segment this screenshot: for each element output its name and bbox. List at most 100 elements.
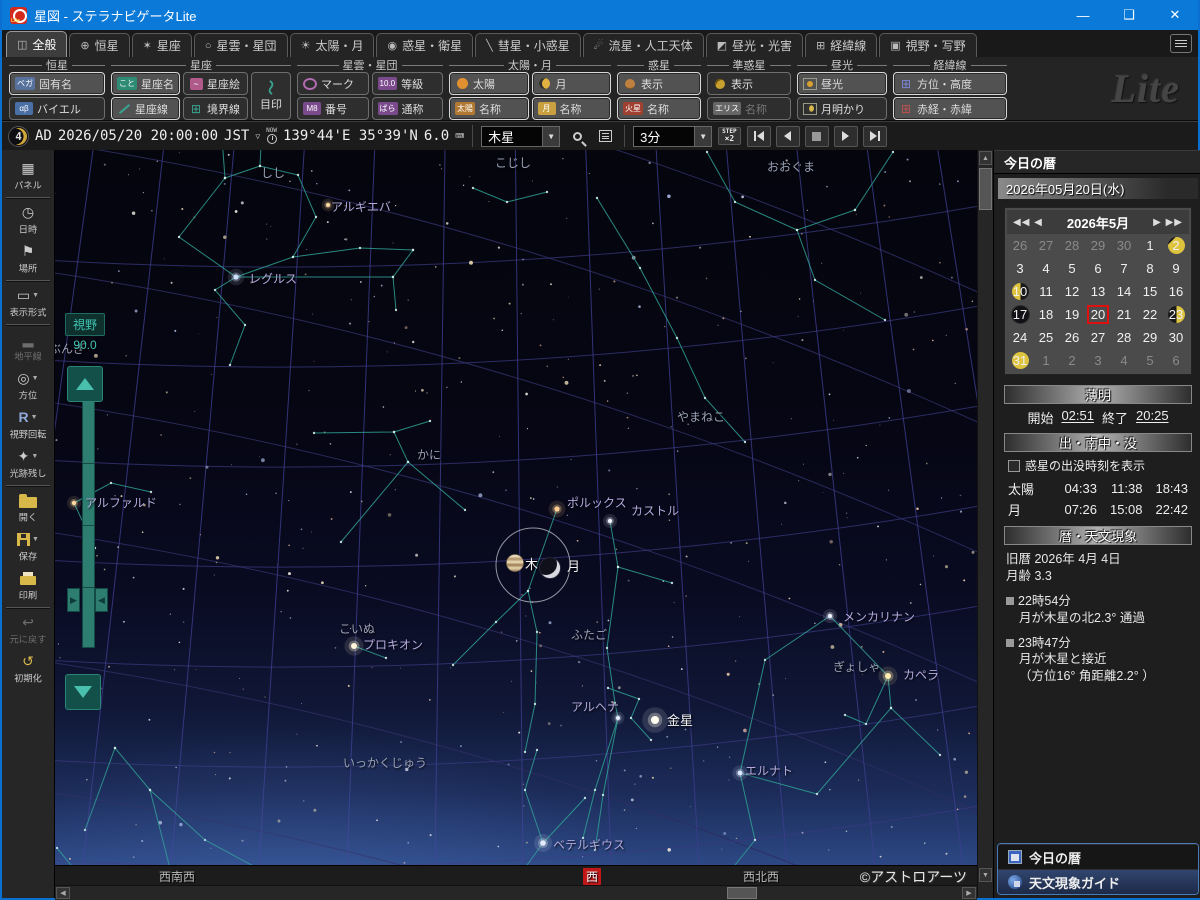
hscroll-left-arrow[interactable]: ◀ (56, 887, 70, 899)
calendar-day-29[interactable]: 29 (1085, 234, 1111, 257)
play-forward-button[interactable] (834, 126, 858, 147)
sidebar-item-元に戻す[interactable]: ↩元に戻す (2, 610, 54, 649)
dropdown-icon[interactable]: ▼ (32, 292, 39, 299)
toolbar-button-番号[interactable]: M8番号 (297, 97, 369, 120)
calendar-day-23[interactable]: 23 (1163, 303, 1189, 326)
calendar-day-29[interactable]: 29 (1137, 326, 1163, 349)
calendar-day-2[interactable]: 2 (1163, 234, 1189, 257)
tab-全般[interactable]: ◫全般 (6, 31, 67, 57)
calendar-day-1[interactable]: 1 (1033, 349, 1059, 372)
calendar-day-30[interactable]: 30 (1111, 234, 1137, 257)
coordinates-value[interactable]: 139°44'E 35°39'N (283, 128, 418, 144)
target-combo-value[interactable]: 木星 (482, 127, 542, 146)
twilight-start-value[interactable]: 02:51 (1061, 408, 1094, 427)
tab-惑星・衛星[interactable]: ◉惑星・衛星 (376, 33, 473, 57)
pane-button-天文現象ガイド[interactable]: 天文現象ガイド (998, 869, 1198, 894)
calendar-day-20[interactable]: 20 (1085, 303, 1111, 326)
search-button[interactable] (566, 126, 588, 147)
step-combo[interactable]: 3分 ▼ (633, 126, 712, 147)
vscroll-down-arrow[interactable]: ▼ (979, 868, 992, 882)
calendar-day-21[interactable]: 21 (1111, 303, 1137, 326)
calendar-day-22[interactable]: 22 (1137, 303, 1163, 326)
calendar-day-5[interactable]: 5 (1059, 257, 1085, 280)
toolbar-button-太陽[interactable]: 太陽 (449, 72, 529, 95)
fov-zoom-out-button[interactable] (65, 674, 101, 710)
sidebar-item-保存[interactable]: ▼保存 (2, 527, 54, 566)
calendar-prev-buttons[interactable]: ◀◀ ◀ (1013, 217, 1043, 228)
toolbar-button-バイエル[interactable]: αβバイエル (9, 97, 105, 120)
object-list-button[interactable] (594, 126, 616, 147)
tab-経緯線[interactable]: ⊞経緯線 (805, 33, 877, 57)
calendar-day-5[interactable]: 5 (1137, 349, 1163, 372)
toolbar-button-表示[interactable]: 表示 (707, 72, 791, 95)
sidebar-item-開く[interactable]: 開く (2, 488, 54, 527)
datetime-value[interactable]: 2026/05/20 20:00:00 (58, 128, 218, 144)
calendar-day-2[interactable]: 2 (1059, 349, 1085, 372)
calendar-day-28[interactable]: 28 (1111, 326, 1137, 349)
toolbar-button-月明かり[interactable]: 月明かり (797, 97, 887, 120)
calendar-day-6[interactable]: 6 (1163, 349, 1189, 372)
fov-handle-right-icon[interactable]: ◀ (95, 588, 108, 612)
toolbar-button-名称[interactable]: 火星名称 (617, 97, 701, 120)
toolbar-button-名称[interactable]: エリス名称 (707, 97, 791, 120)
sidebar-item-日時[interactable]: ◷日時 (2, 200, 54, 239)
toolbar-button-通称[interactable]: ばら通称 (372, 97, 444, 120)
dropdown-icon[interactable]: ▼ (31, 414, 38, 421)
sidebar-item-表示形式[interactable]: ▭▼表示形式 (2, 283, 54, 322)
calendar-day-4[interactable]: 4 (1033, 257, 1059, 280)
calendar-day-16[interactable]: 16 (1163, 280, 1189, 303)
twilight-end-value[interactable]: 20:25 (1136, 408, 1169, 427)
sidebar-item-パネル[interactable]: ▦パネル (2, 156, 54, 195)
close-button[interactable]: ✕ (1152, 0, 1198, 30)
pane-button-今日の暦[interactable]: 今日の暦 (998, 844, 1198, 869)
minimize-button[interactable]: — (1060, 0, 1106, 30)
skip-back-button[interactable] (747, 126, 771, 147)
calendar-day-6[interactable]: 6 (1085, 257, 1111, 280)
step-combo-dropdown-icon[interactable]: ▼ (694, 127, 711, 146)
calendar-day-25[interactable]: 25 (1033, 326, 1059, 349)
calendar-day-17[interactable]: 17 (1007, 303, 1033, 326)
keyboard-icon[interactable]: ⌨ (455, 127, 464, 145)
moon-phase-icon[interactable]: 4 (8, 126, 29, 147)
toolbar-button-星座絵[interactable]: 星座絵 (183, 72, 248, 95)
toolbar-button-固有名[interactable]: ベガ固有名 (9, 72, 105, 95)
toolbar-button-境界線[interactable]: ⊞境界線 (183, 97, 248, 120)
calendar-day-28[interactable]: 28 (1059, 234, 1085, 257)
skip-forward-button[interactable] (863, 126, 887, 147)
target-combo-dropdown-icon[interactable]: ▼ (542, 127, 559, 146)
toolbar-button-星座線[interactable]: 星座線 (111, 97, 180, 120)
calendar-day-9[interactable]: 9 (1163, 257, 1189, 280)
calendar-next-buttons[interactable]: ▶ ▶▶ (1153, 217, 1183, 228)
sidebar-item-印刷[interactable]: 印刷 (2, 566, 54, 605)
calendar-day-12[interactable]: 12 (1059, 280, 1085, 303)
hscroll-thumb[interactable] (727, 887, 757, 899)
calendar-day-26[interactable]: 26 (1059, 326, 1085, 349)
toolbar-button-名称[interactable]: 太陽名称 (449, 97, 529, 120)
tab-視野・写野[interactable]: ▣視野・写野 (879, 33, 976, 57)
dropdown-icon[interactable]: ▼ (31, 453, 38, 460)
calendar-day-8[interactable]: 8 (1137, 257, 1163, 280)
sidebar-item-地平線[interactable]: ▂地平線 (2, 327, 54, 366)
calendar-day-26[interactable]: 26 (1007, 234, 1033, 257)
calendar-day-7[interactable]: 7 (1111, 257, 1137, 280)
vscroll-thumb[interactable] (979, 168, 992, 210)
toolbar-button-方位・高度[interactable]: ⊞方位・高度 (893, 72, 1007, 95)
toolbar-button-昼光[interactable]: 昼光 (797, 72, 887, 95)
tab-太陽・月[interactable]: ☀太陽・月 (290, 33, 375, 57)
horizontal-scrollbar[interactable]: ◀ ▶ (55, 885, 977, 900)
toolbar-button-表示[interactable]: 表示 (617, 72, 701, 95)
timezone-dropdown-icon[interactable]: ▽ (255, 132, 260, 141)
vscroll-up-arrow[interactable]: ▲ (979, 151, 992, 165)
toolbar-button-月[interactable]: 月 (532, 72, 612, 95)
tab-星雲・星団[interactable]: ○星雲・星団 (194, 33, 288, 57)
calendar-day-1[interactable]: 1 (1137, 234, 1163, 257)
toolbar-button-マーク[interactable]: マーク (297, 72, 369, 95)
tab-恒星[interactable]: ⊕恒星 (69, 33, 129, 57)
toolbar-button-赤経・赤緯[interactable]: ⊞赤経・赤緯 (893, 97, 1007, 120)
timezone-label[interactable]: JST (224, 128, 249, 144)
ribbon-menu-icon[interactable] (1170, 34, 1192, 53)
fov-slider-handle[interactable]: ▶ ◀ (67, 588, 108, 612)
tab-昼光・光害[interactable]: ◩昼光・光害 (706, 33, 803, 57)
dropdown-icon[interactable]: ▼ (32, 536, 39, 543)
magnitude-limit-value[interactable]: 6.0 (424, 128, 449, 144)
